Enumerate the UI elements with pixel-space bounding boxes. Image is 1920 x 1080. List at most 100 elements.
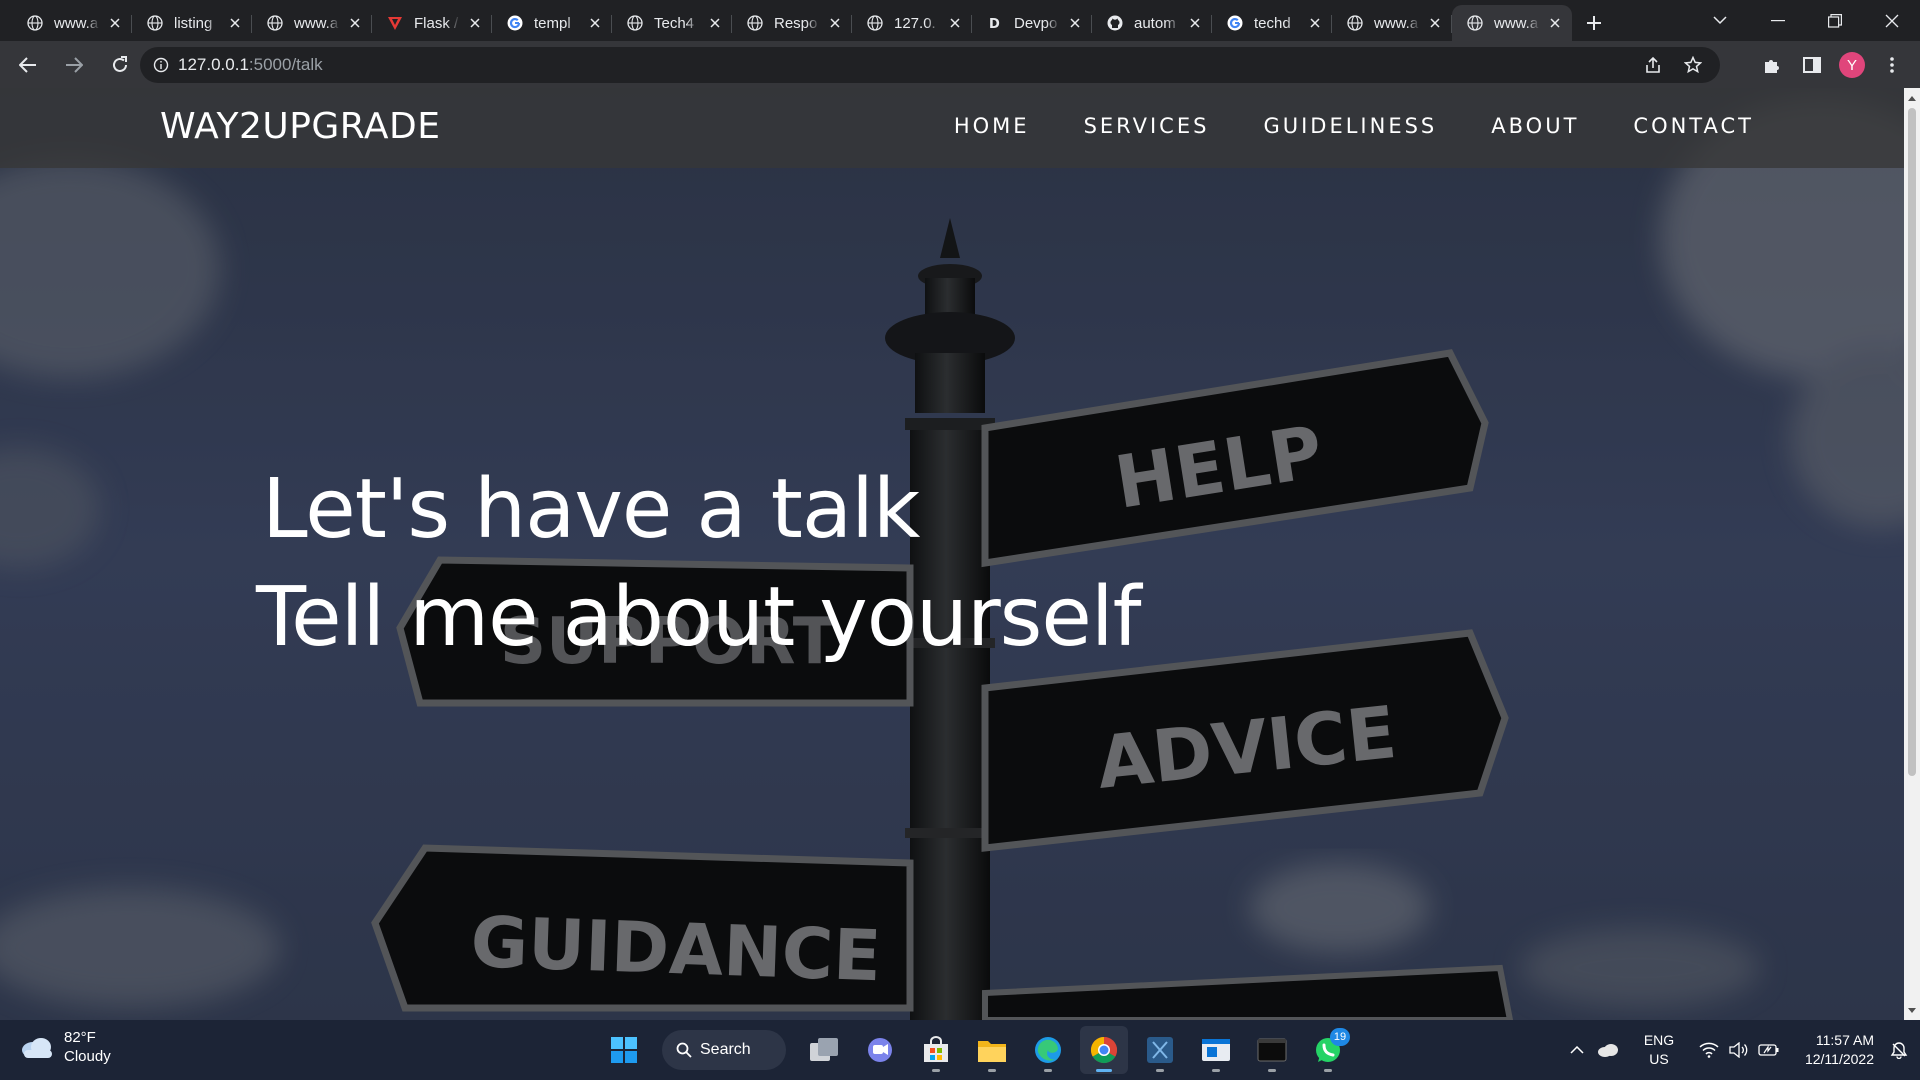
globe-icon [146,14,164,32]
chrome-menu-button[interactable] [1872,45,1912,85]
chevron-down-icon [1713,16,1727,25]
nav-contact[interactable]: CONTACT [1633,114,1754,138]
bookmark-button[interactable] [1678,50,1708,80]
new-tab-button[interactable] [1576,5,1612,41]
start-button[interactable] [600,1026,648,1074]
tab[interactable]: www.a [1332,5,1452,41]
tab-search-button[interactable] [1691,0,1749,41]
notification-button[interactable] [1882,1030,1916,1070]
microsoft-store-app[interactable] [912,1026,960,1074]
flask-logo-icon [386,14,404,32]
tab[interactable]: www.a [12,5,132,41]
nav-services[interactable]: SERVICES [1084,114,1210,138]
side-panel-button[interactable] [1792,45,1832,85]
tab-close-button[interactable] [826,14,844,32]
back-button[interactable] [8,45,48,85]
tab-close-button[interactable] [1546,14,1564,32]
scrollbar-thumb[interactable] [1908,108,1916,776]
tab-active[interactable]: www.a [1452,5,1572,41]
whatsapp-app[interactable]: 19 [1304,1026,1352,1074]
clock-date: 12/11/2022 [1804,1051,1874,1067]
wifi-button[interactable] [1694,1030,1724,1070]
taskbar-search-label: Search [700,1041,751,1058]
tab-close-button[interactable] [226,14,244,32]
terminal-app[interactable] [1248,1026,1296,1074]
tab[interactable]: techd [1212,5,1332,41]
site-info-button[interactable] [144,47,178,83]
site-brand-logo[interactable]: WAY2UPGRADE [160,106,440,147]
tab[interactable]: listing [132,5,252,41]
google-icon [506,14,524,32]
tab-close-button[interactable] [1306,14,1324,32]
task-view-button[interactable] [800,1026,848,1074]
side-panel-icon [1803,57,1821,73]
extensions-button[interactable] [1752,45,1792,85]
vscode-app[interactable] [1136,1026,1184,1074]
minimize-button[interactable] [1749,0,1806,41]
scroll-down-arrow[interactable] [1904,1002,1920,1018]
app-window-icon [1202,1039,1230,1061]
site-menu: HOME SERVICES GUIDELINESS ABOUT CONTACT [954,114,1754,138]
battery-button[interactable] [1754,1030,1784,1070]
weather-temp: 82°F [64,1029,96,1046]
tab-close-button[interactable] [586,14,604,32]
tab-close-button[interactable] [1186,14,1204,32]
weather-widget[interactable]: 82°F Cloudy [20,1028,111,1066]
teams-chat-app[interactable] [856,1026,904,1074]
volume-button[interactable] [1724,1030,1754,1070]
taskbar-clock[interactable]: 11:57 AM 12/11/2022 [1784,1031,1874,1069]
profile-avatar[interactable]: Y [1839,52,1865,78]
input-language-indicator[interactable]: ENG US [1634,1031,1684,1069]
lang-top: ENG [1643,1032,1675,1048]
scroll-up-arrow[interactable] [1904,90,1920,106]
nav-guideliness[interactable]: GUIDELINESS [1263,114,1437,138]
nav-about[interactable]: ABOUT [1491,114,1579,138]
github-icon [1106,14,1124,32]
tab-close-button[interactable] [946,14,964,32]
star-icon [1684,56,1702,74]
tab[interactable]: Respo [732,5,852,41]
tab[interactable]: Flask / [372,5,492,41]
forward-button[interactable] [54,45,94,85]
page-scrollbar[interactable] [1904,88,1920,1020]
tab-close-button[interactable] [1066,14,1084,32]
site-navbar: WAY2UPGRADE HOME SERVICES GUIDELINESS AB… [0,88,1904,168]
file-explorer-app[interactable] [968,1026,1016,1074]
tab[interactable]: templ [492,5,612,41]
tab[interactable]: 127.0. [852,5,972,41]
share-button[interactable] [1638,50,1668,80]
hero-line-2: Tell me about yourself [256,570,1141,665]
tab-close-button[interactable] [466,14,484,32]
onedrive-tray-button[interactable] [1592,1030,1624,1070]
tab-close-button[interactable] [706,14,724,32]
weather-desc: Cloudy [64,1048,111,1065]
nav-home[interactable]: HOME [954,114,1030,138]
chrome-app[interactable] [1080,1026,1128,1074]
reload-button[interactable] [100,45,140,85]
tab-label: techd [1254,14,1291,32]
address-bar[interactable]: 127.0.0.1:5000/talk [140,47,1720,83]
reload-icon [113,55,127,72]
tab-close-button[interactable] [1426,14,1444,32]
show-hidden-icons-button[interactable] [1562,1030,1592,1070]
taskbar-search[interactable]: Search [662,1030,786,1070]
globe-icon [266,14,284,32]
tab-label: 127.0. [894,14,936,32]
window-app[interactable] [1192,1026,1240,1074]
tab[interactable]: Tech4 [612,5,732,41]
tab[interactable]: www.a [252,5,372,41]
windows-taskbar: 82°F Cloudy Search 19 ENG US 11:57 AM 12… [0,1020,1920,1080]
close-window-button[interactable] [1863,0,1920,41]
url-text[interactable]: 127.0.0.1:5000/talk [178,55,323,75]
edge-app[interactable] [1024,1026,1072,1074]
tab-label: www.a [54,14,99,32]
hero-heading: Let's have a talk Tell me about yourself [256,456,1141,672]
restore-button[interactable] [1806,0,1863,41]
tab[interactable]: autom [1092,5,1212,41]
tab-close-button[interactable] [106,14,124,32]
tab-close-button[interactable] [346,14,364,32]
svg-text:D: D [989,17,1000,31]
whatsapp-badge: 19 [1330,1028,1350,1046]
tab[interactable]: D Devpo [972,5,1092,41]
chrome-icon [1090,1036,1118,1064]
